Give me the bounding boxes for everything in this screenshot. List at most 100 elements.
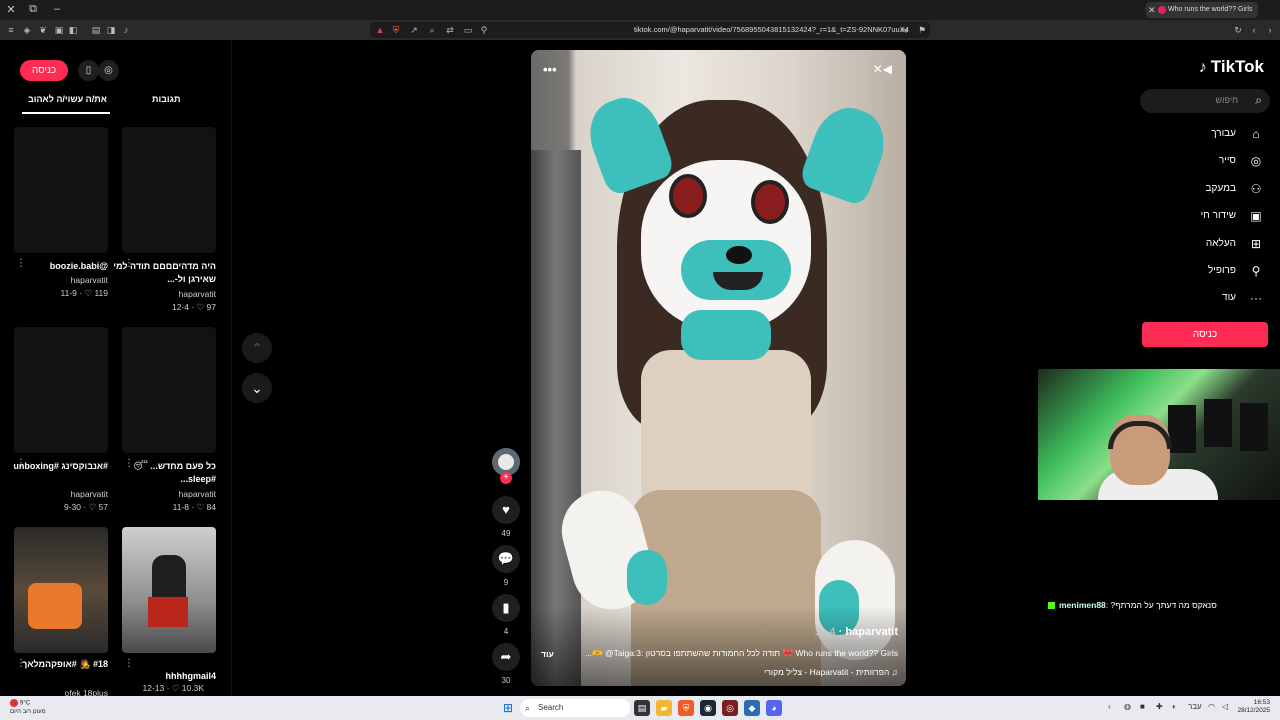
- video-nose: [726, 246, 752, 264]
- tab-comments[interactable]: תגובות: [152, 94, 180, 104]
- next-video-button[interactable]: ⌄: [242, 373, 272, 403]
- video-thumbnail[interactable]: [122, 527, 216, 653]
- compass-icon: ◎: [1250, 154, 1262, 168]
- video-caption[interactable]: hhhhgmail4: [112, 670, 216, 683]
- chat-message: menimen88: ?סנאקס מה דעתך על המרתף: [1048, 600, 1217, 610]
- sidebar-item-for-you[interactable]: עבורך ⌂: [1144, 126, 1264, 142]
- reload-icon[interactable]: ↻: [1232, 24, 1244, 36]
- video-author-info[interactable]: 11-4 · haparvatit: [810, 626, 898, 638]
- tray-app-icon[interactable]: ✚: [1156, 702, 1163, 711]
- like-heart-icon[interactable]: ♥: [492, 496, 520, 524]
- discord-icon[interactable]: ◕: [766, 700, 782, 716]
- windows-start-icon[interactable]: ⊞: [501, 701, 515, 715]
- sidebar-item-upload[interactable]: העלאה ⊞: [1144, 236, 1264, 252]
- extension-icon[interactable]: ⚲: [478, 24, 490, 36]
- weather-widget[interactable]: 9°C מעונן רוב היום: [10, 699, 46, 716]
- video-caption[interactable]: #אנבוקסינג #unboxing: [4, 460, 108, 473]
- system-clock[interactable]: 16:53 28/12/2025: [1237, 699, 1270, 715]
- video-caption[interactable]: כל פעם מחדש... 😴 #sleep...: [112, 460, 216, 486]
- tray-arrow-icon[interactable]: ‹: [1108, 702, 1111, 711]
- clock-time: 16:53: [1253, 699, 1270, 706]
- cast-icon[interactable]: ▭: [462, 24, 474, 36]
- video-author-name[interactable]: haparvatit: [845, 626, 898, 638]
- share-arrow-icon[interactable]: ➦: [492, 643, 520, 671]
- video-caption[interactable]: @boozie.babi: [4, 260, 108, 273]
- video-player[interactable]: ••• ✕◀ 11-4 · haparvatit Who runs the wo…: [531, 50, 906, 686]
- bookmark-panel-icon[interactable]: ▤: [90, 24, 102, 36]
- shield-icon[interactable]: ◈: [21, 24, 33, 36]
- brave-shield-icon[interactable]: ⛨: [390, 24, 402, 36]
- video-thumbnail[interactable]: [122, 327, 216, 453]
- bookmark-icon[interactable]: ⚑: [916, 24, 928, 36]
- video-thumbnail[interactable]: [122, 127, 216, 253]
- video-thumbnail[interactable]: [14, 327, 108, 453]
- steam-icon[interactable]: ◉: [700, 700, 716, 716]
- more-options-icon[interactable]: ⋮: [124, 658, 134, 669]
- login-button[interactable]: כניסה: [1142, 322, 1268, 347]
- follow-plus-icon[interactable]: +: [500, 472, 512, 484]
- tiktok-logo[interactable]: ♪ TikTok: [1199, 57, 1264, 77]
- brave-browser-icon[interactable]: ⛨: [678, 700, 694, 716]
- tabs-icon[interactable]: ▣: [53, 24, 65, 36]
- sidebar-item-explore[interactable]: סייר ◎: [1144, 153, 1264, 169]
- audio-icon[interactable]: ♪: [120, 24, 132, 36]
- search-input[interactable]: חיפוש ⌕: [1140, 89, 1270, 113]
- video-author[interactable]: haparvatit: [122, 489, 216, 499]
- sidebar-item-live[interactable]: שידור חי ▣: [1144, 208, 1264, 224]
- explore-compass-icon[interactable]: ◎: [98, 60, 119, 81]
- tune-icon[interactable]: ⇋: [898, 24, 910, 36]
- sidebar-item-profile[interactable]: פרופיל ⚲: [1144, 263, 1264, 279]
- sidebar-icon[interactable]: ◧: [67, 24, 79, 36]
- video-caption[interactable]: #18 🧑‍🎤 #אופקהמלאך: [4, 658, 108, 671]
- video-author[interactable]: haparvatit: [122, 289, 216, 299]
- close-tab-icon[interactable]: ✕: [1148, 2, 1156, 18]
- video-thumbnail[interactable]: [14, 127, 108, 253]
- wifi-icon[interactable]: ◠: [1208, 702, 1215, 711]
- close-window-icon[interactable]: ✕: [4, 3, 18, 16]
- tray-app-icon[interactable]: ◐: [1172, 702, 1177, 711]
- back-icon[interactable]: ‹: [1248, 24, 1260, 36]
- reader-icon[interactable]: ◨: [105, 24, 117, 36]
- browser-tab-active[interactable]: ✕ Who runs the world?? Girls: [1146, 2, 1258, 18]
- alert-icon[interactable]: ▲: [374, 24, 386, 36]
- app-icon[interactable]: ◆: [744, 700, 760, 716]
- share-icon[interactable]: ↗: [408, 24, 420, 36]
- tray-app-icon[interactable]: ◍: [1124, 702, 1131, 711]
- volume-icon[interactable]: ◁: [1222, 702, 1228, 711]
- comment-count: 9: [503, 578, 509, 587]
- video-caption[interactable]: היה מדהיםםםם תודה למי שאירגן ול-...: [112, 260, 216, 286]
- browser-toolbar: ≡ ◈ ❦ ▣ ◧ ▤ ◨ ♪ ▲ ⛨ ↗ ⌕ ⇄ ▭ ⚲ tiktok.com…: [0, 20, 1280, 40]
- device-icon[interactable]: ▯: [78, 60, 99, 81]
- search-icon[interactable]: ⌕: [1255, 93, 1262, 108]
- video-meta: 11-9 · ♡ 119: [60, 288, 109, 298]
- video-author[interactable]: haparvatit: [14, 275, 108, 285]
- sidebar-item-more[interactable]: עוד ···: [1144, 290, 1264, 306]
- obs-icon[interactable]: ◎: [722, 700, 738, 716]
- tray-app-icon[interactable]: ■: [1140, 702, 1145, 711]
- forward-icon[interactable]: ›: [1264, 24, 1276, 36]
- file-explorer-icon[interactable]: ▰: [656, 700, 672, 716]
- bookmark-save-icon[interactable]: ▮: [492, 594, 520, 622]
- task-view-icon[interactable]: ▤: [634, 700, 650, 716]
- translate-icon[interactable]: ⇄: [444, 24, 456, 36]
- language-indicator[interactable]: עבר: [1188, 702, 1202, 711]
- mute-icon[interactable]: ✕◀: [873, 62, 892, 76]
- taskbar-search[interactable]: ⌕ Search: [520, 699, 630, 717]
- restore-window-icon[interactable]: ⧉: [26, 3, 40, 16]
- sidebar-item-following[interactable]: במעקב ⚇: [1144, 181, 1264, 197]
- video-author[interactable]: haparvatit: [14, 489, 108, 499]
- comment-icon[interactable]: 💬: [492, 545, 520, 573]
- video-music[interactable]: ♫ הפרוותית - Haparvatit - צליל מקורי: [764, 667, 898, 677]
- minimize-window-icon[interactable]: –: [50, 3, 64, 15]
- login-button-small[interactable]: כניסה: [20, 60, 68, 81]
- previous-video-button[interactable]: ⌃: [242, 333, 272, 363]
- left-tabs: את/ה עשוי/ה לאהוב תגובות: [0, 92, 232, 114]
- video-more-icon[interactable]: •••: [543, 62, 557, 77]
- video-thumbnail[interactable]: [14, 527, 108, 653]
- tab-you-may-like[interactable]: את/ה עשוי/ה לאהוב: [28, 94, 107, 104]
- zoom-icon[interactable]: ⌕: [426, 24, 438, 36]
- address-bar[interactable]: ▲ ⛨ ↗ ⌕ ⇄ ▭ ⚲ tiktok.com/@haparvatit/vid…: [370, 22, 930, 38]
- leaf-icon[interactable]: ❦: [37, 24, 49, 36]
- menu-icon[interactable]: ≡: [5, 24, 17, 36]
- description-more-link[interactable]: עוד: [541, 649, 554, 659]
